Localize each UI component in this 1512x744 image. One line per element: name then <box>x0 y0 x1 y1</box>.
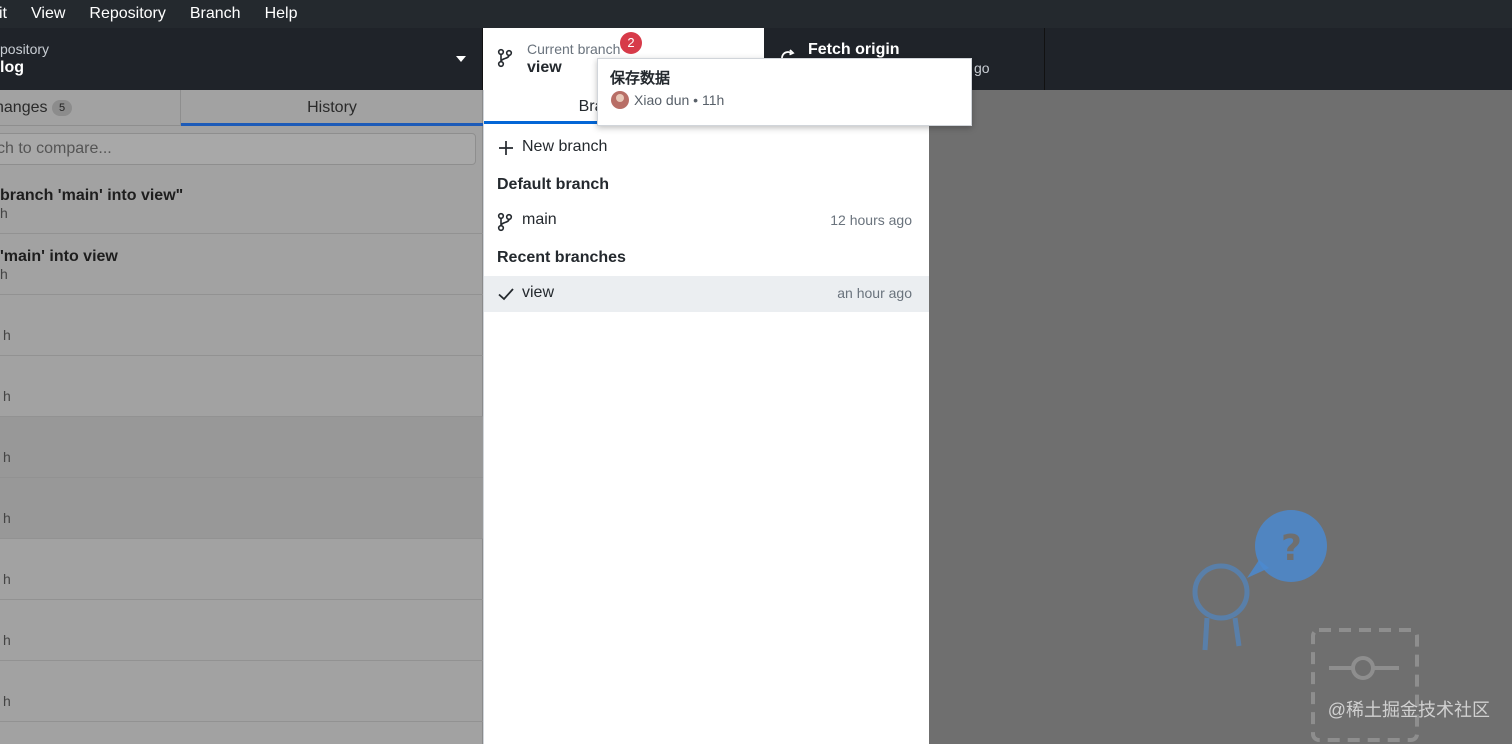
pane-tabs: hanges 5 History <box>0 90 483 126</box>
commit-row[interactable]: h <box>0 417 483 478</box>
fetch-origin-label: Fetch origin <box>808 41 900 58</box>
watermark: @稀土掘金技术社区 <box>1327 700 1490 720</box>
commit-meta: h <box>3 388 11 404</box>
commit-row[interactable]: h <box>0 661 483 722</box>
notification-badge: 2 <box>620 32 642 54</box>
main-content-area: ? @稀土掘金技术社区 <box>929 90 1512 744</box>
branch-compare-placeholder: ch to compare... <box>0 140 112 157</box>
menu-help[interactable]: Help <box>253 5 310 23</box>
menu-view[interactable]: View <box>19 5 77 23</box>
plus-icon <box>499 141 513 155</box>
default-branch-header: Default branch <box>497 176 610 193</box>
commit-row[interactable]: 'main' into view h <box>0 234 483 295</box>
branch-compare-input[interactable]: ch to compare... <box>0 133 476 165</box>
changes-count-badge: 5 <box>52 100 72 116</box>
menu-branch[interactable]: Branch <box>178 5 253 23</box>
commit-row[interactable]: branch 'main' into view" h <box>0 173 483 234</box>
tooltip-commit-meta: Xiao dun • 11h <box>634 92 725 108</box>
svg-text:?: ? <box>1281 528 1302 569</box>
chevron-down-icon <box>456 56 466 62</box>
commit-meta: h <box>3 571 11 587</box>
menu-repository[interactable]: Repository <box>77 5 177 23</box>
commit-row[interactable]: h <box>0 539 483 600</box>
branch-time: 12 hours ago <box>830 212 912 228</box>
tab-history[interactable]: History <box>181 90 483 126</box>
commit-meta: h <box>3 449 11 465</box>
current-branch-name: view <box>527 59 562 76</box>
commit-row[interactable]: h <box>0 295 483 356</box>
fetch-time: go <box>974 60 990 76</box>
repository-sublabel: pository <box>0 41 50 57</box>
branch-name: view <box>522 284 555 301</box>
commit-row[interactable]: h <box>0 478 483 539</box>
commit-meta: h <box>3 510 11 526</box>
commit-row[interactable]: h <box>0 356 483 417</box>
tab-changes-label: hanges <box>0 99 48 116</box>
branch-sublabel: Current branch <box>527 41 621 57</box>
repository-name: log <box>0 59 24 76</box>
new-branch-button[interactable]: New branch <box>484 130 930 166</box>
repository-selector[interactable]: pository log <box>0 28 483 90</box>
menu-bar: it View Repository Branch Help <box>0 0 1512 28</box>
new-branch-label: New branch <box>522 138 608 155</box>
tooltip-commit-title: 保存数据 <box>610 70 671 87</box>
commit-title: branch 'main' into view" <box>0 187 184 204</box>
commit-meta: h <box>0 266 8 282</box>
commit-meta: h <box>3 693 11 709</box>
commit-row[interactable]: h <box>0 600 483 661</box>
branch-name: main <box>522 211 557 228</box>
branch-item-main[interactable]: main 12 hours ago <box>484 203 930 239</box>
commit-meta: h <box>3 327 11 343</box>
tab-changes[interactable]: hanges 5 <box>0 90 181 126</box>
branch-time: an hour ago <box>837 285 912 301</box>
check-icon <box>498 288 514 301</box>
history-pane: hanges 5 History ch to compare... branch… <box>0 90 483 744</box>
commit-meta: h <box>0 205 8 221</box>
commit-meta: h <box>3 632 11 648</box>
git-branch-icon <box>497 48 513 68</box>
branch-dropdown: Bran New branch Default branch main 12 h… <box>483 90 930 744</box>
commit-list: branch 'main' into view" h 'main' into v… <box>0 173 483 722</box>
git-branch-icon <box>497 212 513 232</box>
branch-item-view[interactable]: view an hour ago <box>484 276 930 312</box>
menu-edit[interactable]: it <box>0 5 19 23</box>
commit-tooltip: 保存数据 Xiao dun • 11h <box>597 58 972 126</box>
tab-history-label: History <box>307 99 357 116</box>
avatar <box>611 91 629 109</box>
recent-branches-header: Recent branches <box>497 249 626 266</box>
empty-state-illustration: ? <box>1192 510 1419 742</box>
commit-title: 'main' into view <box>0 248 118 265</box>
